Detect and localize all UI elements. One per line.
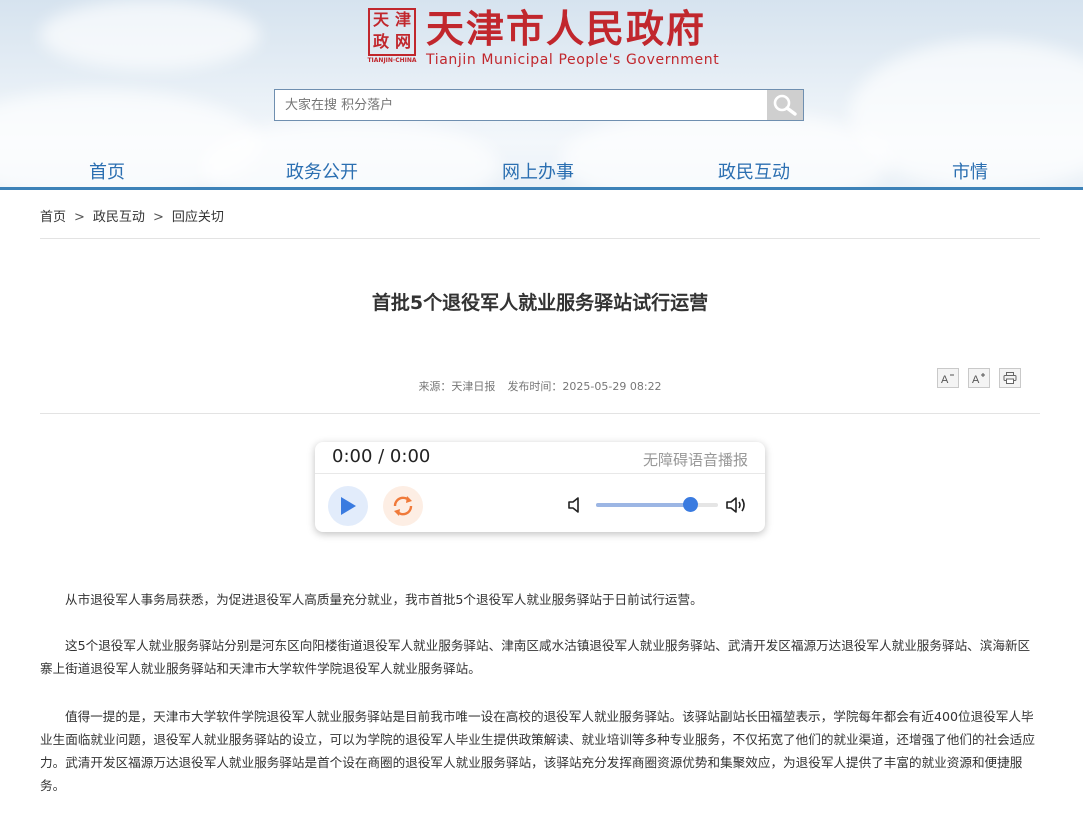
- search-box: [274, 89, 804, 121]
- font-increase-button[interactable]: A: [968, 368, 990, 388]
- replay-button[interactable]: [383, 486, 423, 526]
- nav-item-interaction[interactable]: 政民互动: [718, 158, 790, 184]
- breadcrumb-interaction[interactable]: 政民互动: [93, 210, 145, 225]
- background-cloud: [40, 0, 260, 70]
- article-tools: A A: [937, 368, 1030, 388]
- volume-low-icon: [568, 497, 579, 513]
- volume-max-button[interactable]: [725, 495, 749, 519]
- print-button[interactable]: [999, 368, 1021, 388]
- main-nav: 首页 政务公开 网上办事 政民互动 市情: [0, 150, 1083, 188]
- nav-item-home[interactable]: 首页: [89, 158, 125, 184]
- breadcrumb-current[interactable]: 回应关切: [172, 210, 224, 225]
- article-source: 来源：天津日报: [418, 380, 496, 393]
- volume-mute-button[interactable]: [567, 497, 583, 517]
- article-paragraph: 从市退役军人事务局获悉，为促进退役军人高质量充分就业，我市首批5个退役军人就业服…: [65, 592, 703, 607]
- search-button[interactable]: [767, 90, 803, 120]
- volume-slider-fill: [596, 503, 690, 507]
- play-button[interactable]: [328, 486, 368, 526]
- site-logo[interactable]: 天 津 政 网 TIANJIN·CHINA 天津市人民政府 Tianjin Mu…: [366, 8, 719, 68]
- divider: [40, 238, 1040, 239]
- print-icon: [1003, 372, 1017, 384]
- font-increase-icon: A: [972, 373, 985, 384]
- seal-logo-icon: 天 津 政 网 TIANJIN·CHINA: [367, 8, 417, 64]
- svg-text:A: A: [972, 374, 980, 384]
- player-divider: [315, 473, 765, 474]
- volume-high-icon: [726, 497, 745, 513]
- article-meta: 来源：天津日报 发布时间：2025-05-29 08:22: [40, 378, 1040, 394]
- font-decrease-icon: A: [941, 374, 954, 384]
- nav-divider: [0, 187, 1083, 190]
- audio-player: 0:00 / 0:00 无障碍语音播报: [315, 442, 765, 532]
- player-label: 无障碍语音播报: [642, 451, 748, 469]
- font-decrease-button[interactable]: A: [937, 368, 959, 388]
- player-time: 0:00 / 0:00: [332, 446, 431, 467]
- article-paragraph: 这5个退役军人就业服务驿站分别是河东区向阳楼街道退役军人就业服务驿站、津南区咸水…: [40, 638, 1031, 676]
- replay-icon: [393, 496, 413, 516]
- divider: [40, 413, 1040, 414]
- article-publish-time: 发布时间：2025-05-29 08:22: [507, 380, 662, 393]
- breadcrumb-home[interactable]: 首页: [40, 210, 66, 225]
- article-title: 首批5个退役军人就业服务驿站试行运营: [371, 292, 709, 314]
- volume-slider-handle[interactable]: [682, 497, 698, 512]
- site-title-cn: 天津市人民政府: [426, 7, 707, 51]
- breadcrumb: 首页 > 政民互动 > 回应关切: [40, 206, 224, 225]
- volume-slider[interactable]: [596, 497, 718, 512]
- nav-item-online-services[interactable]: 网上办事: [502, 158, 574, 184]
- svg-text:A: A: [941, 374, 949, 384]
- search-icon: [773, 94, 797, 116]
- breadcrumb-separator: >: [152, 210, 164, 225]
- breadcrumb-separator: >: [74, 210, 85, 225]
- nav-item-city-info[interactable]: 市情: [952, 158, 988, 184]
- nav-item-government-affairs[interactable]: 政务公开: [286, 158, 358, 184]
- article-paragraph: 值得一提的是，天津市大学软件学院退役军人就业服务驿站是目前我市唯一设在高校的退役…: [40, 709, 1035, 793]
- site-title-en: Tianjin Municipal People's Government: [426, 52, 720, 68]
- site-header: 天 津 政 网 TIANJIN·CHINA 天津市人民政府 Tianjin Mu…: [0, 0, 1083, 190]
- play-icon: [341, 497, 356, 515]
- search-input[interactable]: [275, 90, 767, 120]
